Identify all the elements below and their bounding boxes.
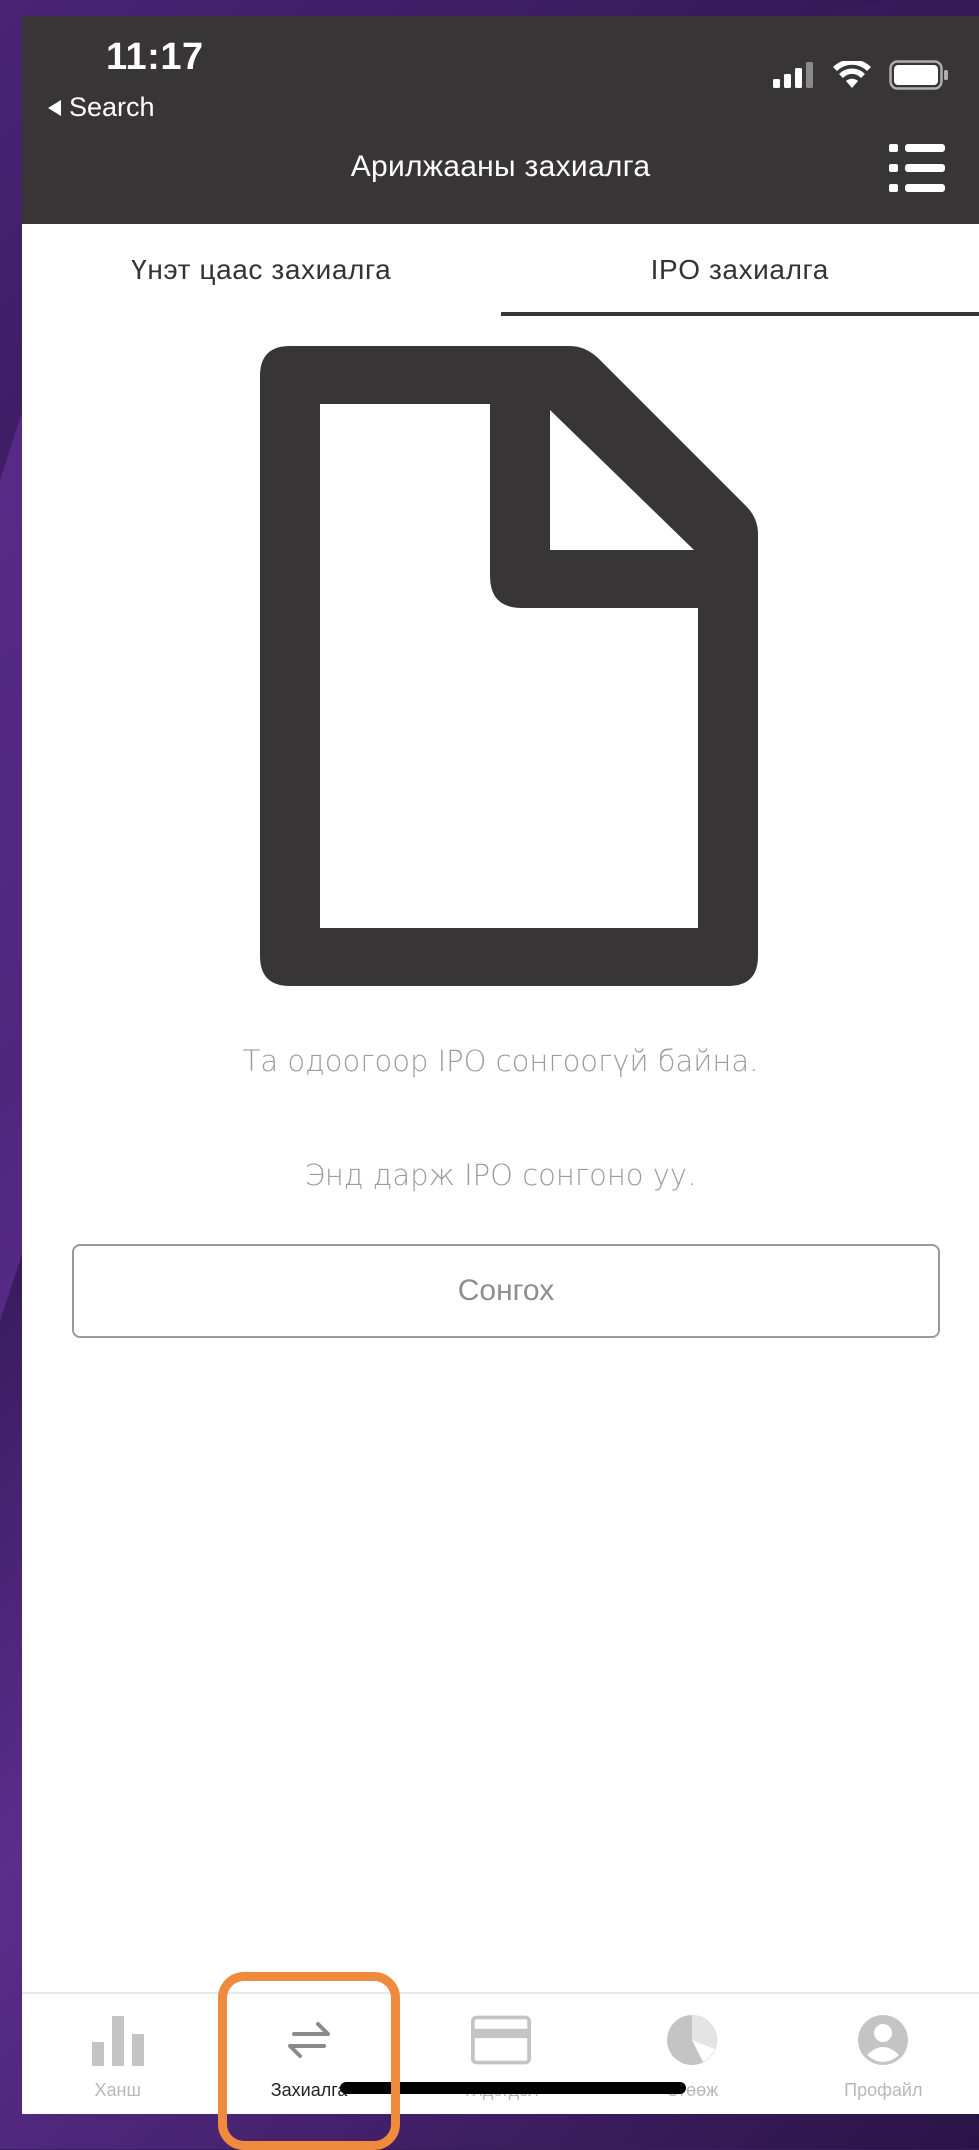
signal-icon (773, 62, 815, 88)
app-header: 11:17 Search Арилжааны захиалга (22, 16, 979, 224)
menu-button[interactable] (889, 142, 945, 194)
user-icon (853, 2010, 913, 2070)
page-title: Арилжааны захиалга (22, 150, 979, 184)
tab-ipo-order[interactable]: IPO захиалга (501, 224, 979, 316)
bar-chart-icon (88, 2010, 148, 2070)
back-arrow-icon (48, 100, 61, 116)
order-tabs: Үнэт цаас захиалга IPO захиалга (22, 224, 979, 316)
wifi-icon (833, 61, 871, 89)
battery-icon (889, 60, 949, 90)
nav-label-orders: Захиалга (271, 2080, 348, 2101)
status-time: 11:17 (106, 36, 204, 79)
bottom-navigation: Ханш Захиалга Үлдэгдэл (22, 1992, 979, 2114)
nav-item-rates[interactable]: Ханш (22, 1994, 213, 2114)
nav-label-rates: Ханш (95, 2080, 141, 2101)
back-to-search-link[interactable]: Search (48, 92, 155, 123)
nav-item-balance[interactable]: Үлдэгдэл (405, 1994, 596, 2114)
card-icon (471, 2010, 531, 2070)
empty-hint: Энд дарж IPO сонгоно уу. (22, 1158, 979, 1192)
nav-item-orders[interactable]: Захиалга (213, 1994, 404, 2114)
status-icons (773, 60, 949, 90)
document-icon (260, 346, 758, 986)
select-ipo-button[interactable]: Сонгох (72, 1244, 940, 1338)
swap-arrows-icon (279, 2010, 339, 2070)
tab-securities-order[interactable]: Үнэт цаас захиалга (22, 224, 501, 316)
nav-label-profile: Профайл (844, 2080, 922, 2101)
list-menu-icon (889, 142, 945, 194)
nav-item-yield[interactable]: Өгөөж (596, 1994, 787, 2114)
home-indicator[interactable] (340, 2082, 686, 2094)
back-label: Search (69, 92, 155, 123)
pie-chart-icon (662, 2010, 722, 2070)
nav-item-profile[interactable]: Профайл (788, 1994, 979, 2114)
phone-screen: 11:17 Search Арилжааны захиалга (22, 16, 979, 2114)
empty-message: Та одоогоор IPO сонгоогүй байна. (22, 1044, 979, 1078)
